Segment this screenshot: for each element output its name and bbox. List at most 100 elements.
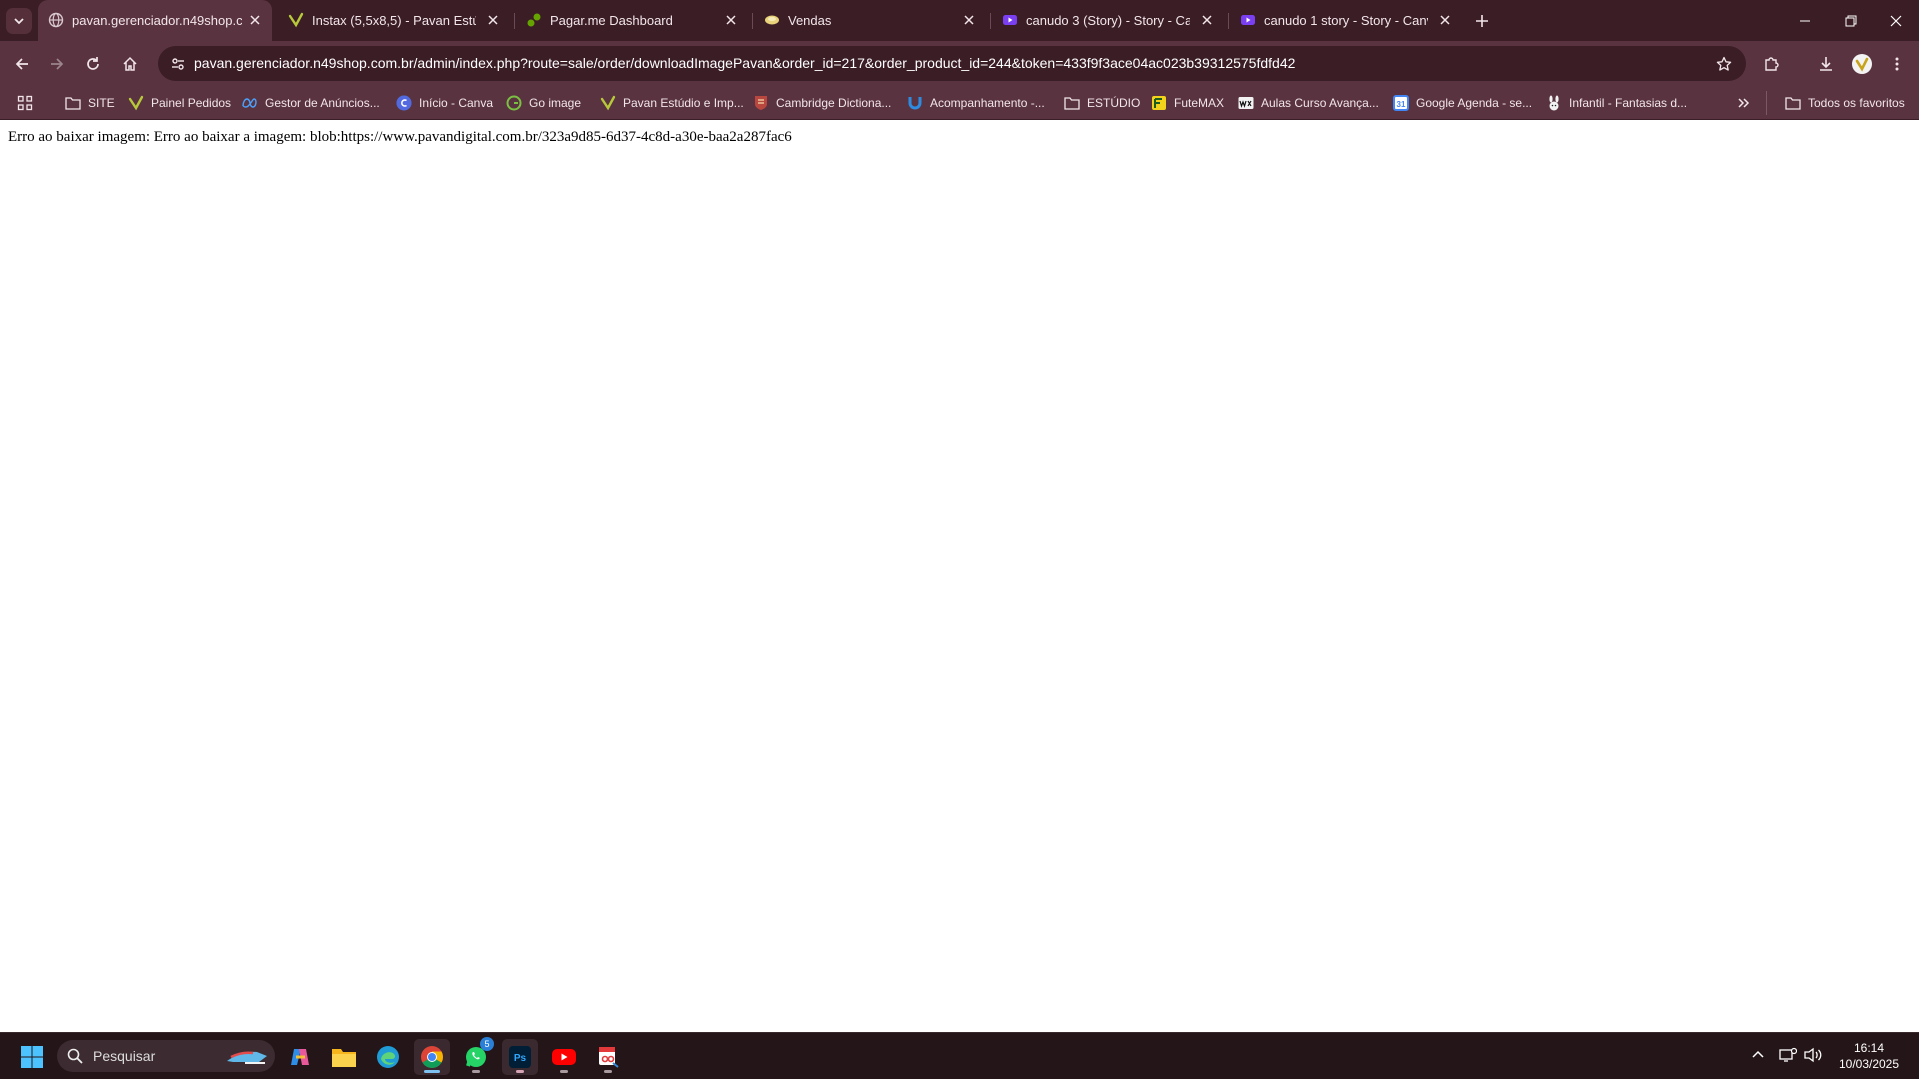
bookmark-label: Pavan Estúdio e Imp... [623,96,744,110]
forward-button[interactable] [42,49,72,79]
close-tab-icon[interactable] [960,11,978,29]
pavan-leaf-icon [288,12,304,28]
bookmark-inicio-canva[interactable]: Início - Canva [396,91,493,115]
back-button[interactable] [7,49,37,79]
all-bookmarks-label: Todos os favoritos [1808,96,1905,110]
tab-canudo-1[interactable]: canudo 1 story - Story - Canva [1230,0,1462,41]
cambridge-icon [753,95,769,111]
volume-button[interactable] [1801,1043,1825,1067]
tab-pagarme[interactable]: Pagar.me Dashboard [516,0,748,41]
more-bookmarks-button[interactable] [1737,91,1751,115]
apps-button[interactable] [17,91,33,115]
tab-pavan-gerenciador[interactable]: pavan.gerenciador.n49shop.com.br [38,0,272,41]
tab-canudo-3[interactable]: canudo 3 (Story) - Story - Canva [992,0,1224,41]
taskbar-photoshop[interactable]: Ps [502,1039,538,1075]
tab-instax[interactable]: Instax (5,5x8,5) - Pavan Estúdio e Impre… [278,0,510,41]
svg-text:31: 31 [1397,100,1406,109]
restore-button[interactable] [1828,0,1874,41]
close-tab-icon[interactable] [1436,11,1454,29]
tab-separator [752,13,753,29]
bookmark-label: FuteMAX [1174,96,1225,110]
bookmark-star-icon[interactable] [1712,52,1736,76]
bookmark-cambridge[interactable]: Cambridge Dictiona... [753,91,891,115]
chevron-up-icon [1752,1050,1764,1058]
magnet-icon [907,95,923,111]
profile-button[interactable] [1847,49,1877,79]
bookmark-go-image[interactable]: Go image [506,91,581,115]
bookmark-futemax[interactable]: FuteMAX [1151,91,1224,115]
taskbar-whatsapp[interactable]: 5 [458,1037,494,1075]
error-message: Erro ao baixar imagem: Erro ao baixar a … [8,129,792,145]
extensions-button[interactable] [1757,49,1787,79]
close-tab-icon[interactable] [246,11,264,29]
taskbar-youtube[interactable] [546,1039,582,1075]
bookmark-label: Início - Canva [419,96,494,110]
more-vertical-icon [1895,57,1899,71]
bookmark-label: Gestor de Anúncios... [265,96,380,110]
pavan-leaf-icon [128,95,144,111]
snipping-tool-icon [599,1047,619,1068]
bookmark-google-agenda[interactable]: 31 Google Agenda - se... [1393,91,1532,115]
search-icon [67,1048,83,1064]
tab-separator [990,13,991,29]
bookmark-infantil-fantasias[interactable]: Infantil - Fantasias d... [1546,91,1687,115]
taskbar-edge[interactable] [370,1039,406,1075]
speaker-icon [1804,1047,1822,1063]
taskbar-copilot[interactable] [282,1039,318,1075]
browser-menu-button[interactable] [1882,49,1912,79]
home-icon [123,56,137,71]
bookmark-aulas-curso[interactable]: Aulas Curso Avança... [1238,91,1379,115]
tab-strip: pavan.gerenciador.n49shop.com.br Instax … [0,0,1919,41]
home-button[interactable] [115,49,145,79]
address-bar[interactable]: pavan.gerenciador.n49shop.com.br/admin/i… [158,46,1746,81]
active-indicator [424,1070,440,1073]
close-tab-icon[interactable] [722,11,740,29]
search-highlight-icon [227,1051,267,1064]
close-tab-icon[interactable] [1198,11,1216,29]
site-info-icon[interactable] [166,52,190,76]
notification-badge: 5 [480,1037,494,1051]
close-window-button[interactable] [1873,0,1919,41]
folder-icon [1785,95,1801,111]
folder-icon [332,1049,356,1067]
bookmark-site[interactable]: SITE [65,91,115,115]
show-hidden-icons-button[interactable] [1746,1043,1770,1067]
bookmark-label: Cambridge Dictiona... [776,96,892,110]
tab-vendas[interactable]: Vendas [754,0,986,41]
bookmark-pavan-estudio[interactable]: Pavan Estúdio e Imp... [600,91,744,115]
photoshop-icon: Ps [509,1046,531,1068]
network-button[interactable] [1776,1043,1800,1067]
taskbar-snipping-tool[interactable] [590,1039,626,1075]
all-bookmarks-button[interactable]: Todos os favoritos [1785,91,1905,115]
network-icon [1779,1047,1797,1062]
bookmark-label: Go image [529,96,582,110]
start-button[interactable] [14,1039,50,1075]
minimize-button[interactable] [1782,0,1828,41]
system-clock[interactable]: 16:14 10/03/2025 [1828,1040,1910,1072]
bookmark-gestor-anuncios[interactable]: Gestor de Anúncios... [242,91,380,115]
bookmark-estudio[interactable]: ESTÚDIO [1064,91,1140,115]
meta-icon [242,95,258,111]
windows-logo-icon [21,1046,43,1068]
bunny-icon [1546,95,1562,111]
bookmark-label: Infantil - Fantasias d... [1569,96,1688,110]
downloads-button[interactable] [1811,49,1841,79]
taskbar-file-explorer[interactable] [326,1039,362,1075]
tab-search-button[interactable] [6,8,32,34]
reload-button[interactable] [78,49,108,79]
close-tab-icon[interactable] [484,11,502,29]
futemax-icon [1151,95,1167,111]
taskbar-search[interactable]: Pesquisar [57,1040,275,1072]
tab-separator [1228,13,1229,29]
new-tab-button[interactable] [1470,9,1494,33]
restore-icon [1845,15,1857,26]
windows-taskbar: Pesquisar 5 Ps 16:14 10/03/2025 [0,1032,1919,1079]
chevron-down-icon [14,18,24,25]
bookmark-painel-pedidos[interactable]: Painel Pedidos [128,91,231,115]
search-placeholder: Pesquisar [93,1048,156,1064]
arrow-left-icon [15,58,28,70]
bookmark-acompanhamento[interactable]: Acompanhamento -... [907,91,1045,115]
url-text[interactable]: pavan.gerenciador.n49shop.com.br/admin/i… [194,55,1295,71]
taskbar-chrome[interactable] [414,1039,450,1075]
svg-text:Ps: Ps [514,1053,527,1064]
